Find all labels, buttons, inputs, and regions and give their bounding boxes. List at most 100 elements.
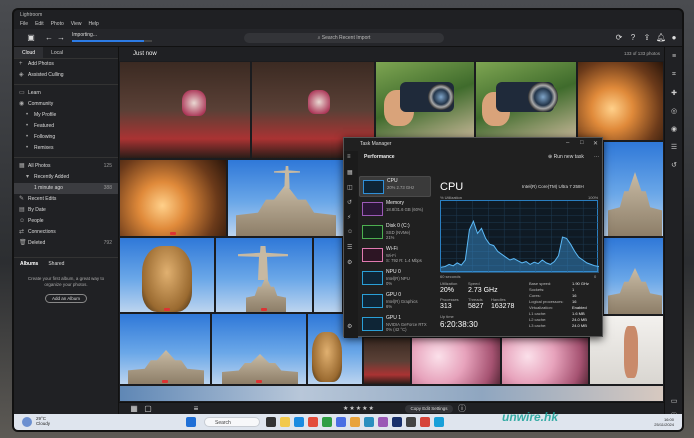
app-icon[interactable] — [378, 417, 388, 427]
sidebar-item-deleted[interactable]: 🗑︎ Deleted 792 — [14, 238, 118, 249]
app-icon[interactable] — [336, 417, 346, 427]
maximize-icon[interactable]: □ — [580, 140, 584, 146]
tm-item-npu[interactable]: NPU 0 Intel(R) NPU 0% — [359, 268, 431, 289]
task-view-icon[interactable] — [266, 417, 276, 427]
minimize-icon[interactable]: – — [566, 140, 569, 146]
sync-icon[interactable]: ⟳ — [614, 33, 624, 43]
close-icon[interactable]: ✕ — [593, 140, 598, 147]
photo-thumbnail[interactable] — [119, 237, 215, 313]
history-icon[interactable]: ↺ — [669, 161, 679, 171]
tm-item-cpu[interactable]: CPU 20% 2.73 GHz — [359, 176, 431, 197]
app-icon[interactable] — [434, 417, 444, 427]
photo-thumbnail[interactable] — [411, 337, 501, 385]
photo-thumbnail[interactable] — [215, 237, 313, 313]
panel-toggle-icon[interactable]: ▣ — [26, 33, 36, 43]
sidebar-item-connections[interactable]: ⇄ Connections — [14, 227, 118, 238]
more-options-icon[interactable]: ··· — [594, 154, 599, 160]
taskbar-search[interactable]: Search — [204, 417, 260, 427]
edit-icon[interactable]: ≡ — [669, 53, 679, 63]
sidebar-item-recent-edits[interactable]: ✎ Recent Edits — [14, 194, 118, 205]
sidebar-item-one-minute-ago[interactable]: 1 minute ago 388 — [14, 183, 118, 194]
photo-thumbnail[interactable] — [313, 237, 343, 313]
sidebar-item-community[interactable]: ◉ Community — [14, 99, 118, 110]
app-icon[interactable] — [350, 417, 360, 427]
notifications-icon[interactable]: 🔔︎ — [656, 33, 666, 43]
tab-shared[interactable]: Shared — [48, 261, 64, 267]
menu-help[interactable]: Help — [89, 21, 99, 27]
photo-thumbnail[interactable] — [119, 313, 211, 385]
redeye-icon[interactable]: ◉ — [669, 125, 679, 135]
photo-thumbnail[interactable] — [119, 159, 227, 237]
app-icon[interactable] — [322, 417, 332, 427]
forward-arrow-icon[interactable]: → — [56, 33, 66, 43]
sidebar-item-add-photos[interactable]: + Add Photos — [14, 59, 118, 70]
help-icon[interactable]: ? — [628, 33, 638, 43]
info-icon[interactable]: ⓘ — [457, 404, 467, 414]
sidebar-item-featured[interactable]: • Featured — [14, 121, 118, 132]
photo-thumbnail[interactable] — [475, 61, 577, 141]
settings-icon[interactable]: ⚙︎ — [347, 323, 352, 330]
menu-edit[interactable]: Edit — [35, 21, 44, 27]
start-icon[interactable] — [186, 417, 196, 427]
sidebar-item-learn[interactable]: ▭ Learn — [14, 88, 118, 99]
add-album-button[interactable]: Add an Album — [45, 294, 87, 303]
heal-icon[interactable]: ✚ — [669, 89, 679, 99]
crop-icon[interactable]: ⌗ — [669, 71, 679, 81]
app-icon[interactable] — [420, 417, 430, 427]
search-input[interactable]: ⌕ Search Recent Import — [244, 33, 444, 43]
tm-item-gpu1[interactable]: GPU 1 NVIDIA GeForce RTX 0% (42 °C) — [359, 314, 431, 335]
sort-icon[interactable]: ≡ — [191, 404, 201, 414]
tab-cloud[interactable]: Cloud — [14, 47, 44, 58]
run-new-task-button[interactable]: ⊕ Run new task — [548, 154, 584, 160]
masking-icon[interactable]: ◎ — [669, 107, 679, 117]
edge-icon[interactable] — [294, 417, 304, 427]
copy-edit-settings-button[interactable]: Copy Edit Settings — [405, 405, 453, 413]
store-icon[interactable] — [308, 417, 318, 427]
photo-thumbnail[interactable] — [363, 337, 411, 385]
app-history-icon[interactable]: ↺ — [347, 199, 352, 206]
menu-file[interactable]: File — [20, 21, 28, 27]
tm-item-disk[interactable]: Disk 0 (C:) SSD (NVMe) 21% — [359, 222, 431, 243]
sidebar-item-recently-added[interactable]: ▾ Recently Added — [14, 172, 118, 183]
startup-icon[interactable]: ⚡︎ — [347, 214, 351, 221]
sidebar-item-assisted-culling[interactable]: ◈ Assisted Culling — [14, 70, 118, 81]
tm-item-wifi[interactable]: Wi-Fi Wi-Fi S: 792 R: 1.4 Mbps — [359, 245, 431, 266]
processes-icon[interactable]: ▦ — [347, 169, 353, 176]
menu-view[interactable]: View — [71, 21, 82, 27]
tab-local[interactable]: Local — [43, 47, 71, 58]
details-icon[interactable]: ☰ — [347, 244, 352, 251]
square-view-icon[interactable]: ▢ — [143, 404, 153, 414]
sidebar-item-all-photos[interactable]: ▦ All Photos 125 — [14, 161, 118, 172]
back-arrow-icon[interactable]: ← — [44, 33, 54, 43]
photo-thumbnail[interactable] — [375, 61, 475, 141]
services-icon[interactable]: ⚙︎ — [347, 259, 352, 266]
tab-albums[interactable]: Albums — [20, 261, 38, 267]
tm-item-memory[interactable]: Memory 18.8/31.6 GB (60%) — [359, 199, 431, 220]
task-manager-icon[interactable] — [406, 417, 416, 427]
file-explorer-icon[interactable] — [280, 417, 290, 427]
photo-thumbnail[interactable] — [119, 61, 251, 159]
star-rating[interactable]: ★★★★★ — [343, 405, 375, 412]
sidebar-item-remixes[interactable]: • Remixes — [14, 143, 118, 154]
sidebar-item-following[interactable]: • Following — [14, 132, 118, 143]
sidebar-item-people[interactable]: ☺ People — [14, 216, 118, 227]
photo-thumbnail[interactable] — [603, 237, 664, 315]
tm-item-gpu0[interactable]: GPU 0 Intel(R) Graphics 6% — [359, 291, 431, 312]
menu-icon[interactable]: ≡ — [347, 154, 351, 160]
photo-thumbnail[interactable] — [501, 337, 589, 385]
lightroom-icon[interactable] — [392, 417, 402, 427]
weather-icon[interactable] — [22, 417, 32, 427]
system-clock[interactable]: 16:00 25/11/2024 — [654, 417, 674, 427]
photo-thumbnail[interactable] — [603, 141, 664, 237]
sidebar-item-by-date[interactable]: ▤ By Date — [14, 205, 118, 216]
weather-widget[interactable]: 29°C Cloudy — [36, 416, 50, 426]
performance-icon[interactable]: ◫ — [347, 184, 353, 191]
app-icon[interactable] — [364, 417, 374, 427]
photo-thumbnail[interactable] — [577, 61, 664, 141]
sidebar-item-my-profile[interactable]: • My Profile — [14, 110, 118, 121]
grid-view-icon[interactable]: ▦ — [129, 404, 139, 414]
photo-thumbnail[interactable] — [227, 159, 345, 237]
menu-photo[interactable]: Photo — [51, 21, 64, 27]
users-icon[interactable]: ☺ — [347, 229, 353, 235]
profile-icon[interactable]: ● — [669, 33, 679, 43]
